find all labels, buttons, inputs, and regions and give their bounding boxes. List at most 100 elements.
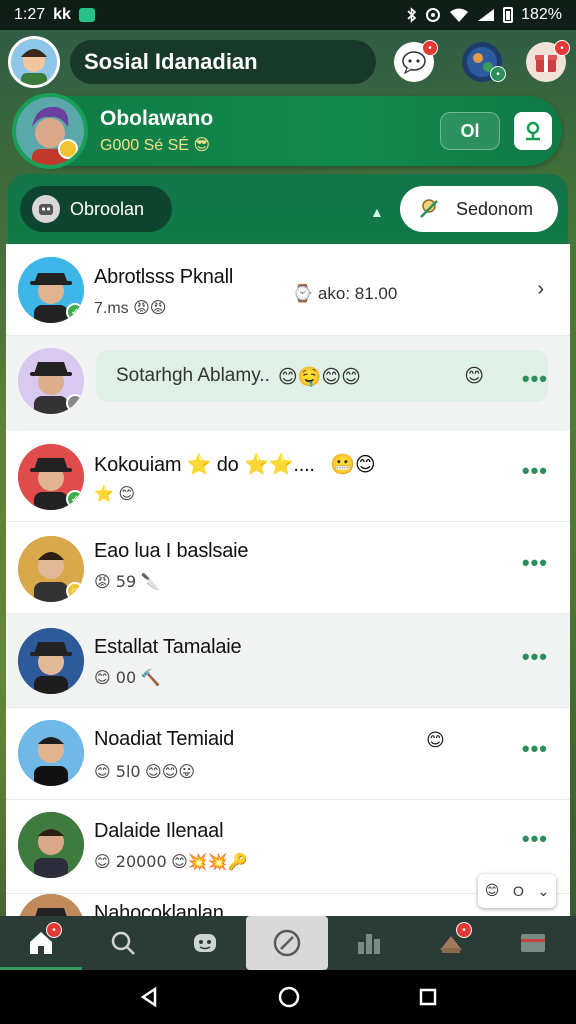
chat-notification-badge: • [422,40,438,56]
status-extra: kk [53,6,71,23]
chat-row[interactable]: Noadiat Temiaid 😊 5l0 😊😊😛 😊 ••• [6,708,570,800]
more-options-button[interactable]: ••• [522,550,548,576]
chat-name: Dalaide Ilenaal [94,820,224,842]
battery-icon [503,7,514,23]
chat-trail-emoji: 😊 [426,730,445,751]
chat-avatar[interactable] [18,812,84,878]
profile-banner[interactable]: Obolawano G000 Sé SÉ 😎 Ol [12,93,562,169]
user-avatar[interactable] [8,36,60,88]
chat-avatar[interactable] [18,348,84,414]
chat-preview: 7.ms [94,300,129,317]
chat-row[interactable]: Estallat Tamalaie 😊 00 🔨 ••• [6,614,570,708]
nav-search[interactable] [82,916,164,970]
signal-icon [478,9,495,21]
profile-action-button[interactable]: Ol [440,112,500,150]
chat-row[interactable]: ✓ Abrotlsss Pknall 7.ms 😡😡 ⌚ ako: 81.00 … [6,244,570,336]
chat-meta: ako: 81.00 [317,284,398,303]
chat-avatar[interactable]: ✓ [18,257,84,323]
chat-bubble-icon[interactable]: • [394,40,438,82]
chat-preview: ⭐ [94,484,114,503]
chat-avatar[interactable] [18,720,84,786]
chat-preview-emojis: 😡😡 [133,298,167,317]
nav-home[interactable]: • [0,916,82,970]
chat-preview-emojis: 😊 [118,484,136,503]
bottom-nav: • • [0,916,576,970]
status-badge: ☺ [66,582,84,600]
chevron-right-icon[interactable]: › [537,278,544,301]
compass-icon [273,929,301,957]
chat-name-emojis: 😬😊 [330,452,376,476]
status-time: 1:27 [14,6,46,23]
status-badge [66,394,84,412]
nav-gift[interactable]: • [410,916,492,970]
location-pin-button[interactable] [514,112,552,150]
chat-avatar[interactable]: ✓ [18,444,84,510]
wifi-icon [450,8,469,22]
app-title: Sosial Idanadian [70,40,376,84]
chat-avatar[interactable] [18,628,84,694]
chat-name: Eao lua I baslsaie [94,540,249,562]
chat-row[interactable]: Sotarhgh Ablamy.. 😊🤤😊😊 😊 ••• [6,336,570,430]
chat-preview-emojis: 😊💥💥🔑 [171,852,248,871]
status-bar: 1:27 kk 182% [0,0,576,30]
chat-name: Noadiat Temiaid [94,728,235,750]
battery-percent: 182% [521,6,562,23]
profile-subtitle-emoji: 😎 [193,135,211,154]
chat-row[interactable]: ☺ Eao lua I baslsaie 😡 59 🔪 ••• [6,522,570,614]
profile-avatar[interactable] [12,93,88,169]
floating-action-chip[interactable]: 😊 O ⌄ [478,874,556,908]
tab-obroolan[interactable]: Obroolan [20,186,172,232]
chevron-down-icon[interactable]: ⌄ [537,883,549,900]
globe-icon[interactable]: • [462,42,506,82]
profile-name: Obolawano [100,107,214,130]
nav-compass[interactable] [246,916,328,970]
floating-chip-label: O [512,883,524,899]
message-trail-emoji: 😊 [464,365,484,387]
chat-preview: 😊 00 [94,668,137,687]
location-pin-icon [526,121,540,141]
caret-up-icon: ▲ [370,204,384,220]
nav-game[interactable] [164,916,246,970]
leaf-icon [416,196,442,222]
recents-icon[interactable] [418,987,438,1007]
chat-preview-emojis: 🔨 [140,668,161,687]
gift-badge: • [456,922,472,938]
more-options-button[interactable]: ••• [522,366,548,392]
message-preview-bubble[interactable]: Sotarhgh Ablamy.. 😊🤤😊😊 😊 [96,350,548,402]
more-options-button[interactable]: ••• [522,736,548,762]
system-nav-bar [0,970,576,1024]
stats-icon [358,934,380,954]
more-options-button[interactable]: ••• [522,644,548,670]
more-options-button[interactable]: ••• [522,826,548,852]
robot-icon [32,195,60,223]
chat-row[interactable]: ✓ Kokouiam ⭐ do ⭐⭐.... 😬😊 ⭐ 😊 ••• [6,430,570,522]
chat-name: Estallat Tamalaie [94,636,242,658]
chat-name: Nahocoklanlan [94,902,224,916]
globe-status-badge: • [490,66,506,82]
tab-sedonom[interactable]: Sedonom [400,186,558,232]
more-options-button[interactable]: ••• [522,458,548,484]
emoji-icon: 😊 [484,883,500,899]
chat-preview-emojis: 🔪 [140,572,161,591]
home-badge: • [46,922,62,938]
bluetooth-icon [407,7,417,23]
tab-row: Obroolan ▲ Sedonom [8,174,568,248]
online-badge: ✓ [66,490,84,508]
chat-preview: 😊 5l0 [94,762,141,781]
chat-preview: 😊 20000 [94,852,167,871]
online-badge: ✓ [66,303,84,321]
home-circle-icon[interactable] [277,985,301,1009]
profile-subtitle: G000 Sé SÉ [100,137,189,154]
chat-avatar[interactable]: ☺ [18,536,84,602]
nav-stats[interactable] [328,916,410,970]
search-icon [111,931,135,955]
nav-wallet[interactable] [492,916,574,970]
gift-notification-icon[interactable]: • [526,40,570,82]
chat-list: ✓ Abrotlsss Pknall 7.ms 😡😡 ⌚ ako: 81.00 … [6,244,570,916]
chat-preview-emojis: 😊😊😛 [145,762,196,781]
gift-notification-badge: • [554,40,570,56]
back-icon[interactable] [138,986,160,1008]
tab-obroolan-label: Obroolan [70,198,145,219]
sync-icon [426,8,441,22]
chat-avatar[interactable] [18,894,84,916]
